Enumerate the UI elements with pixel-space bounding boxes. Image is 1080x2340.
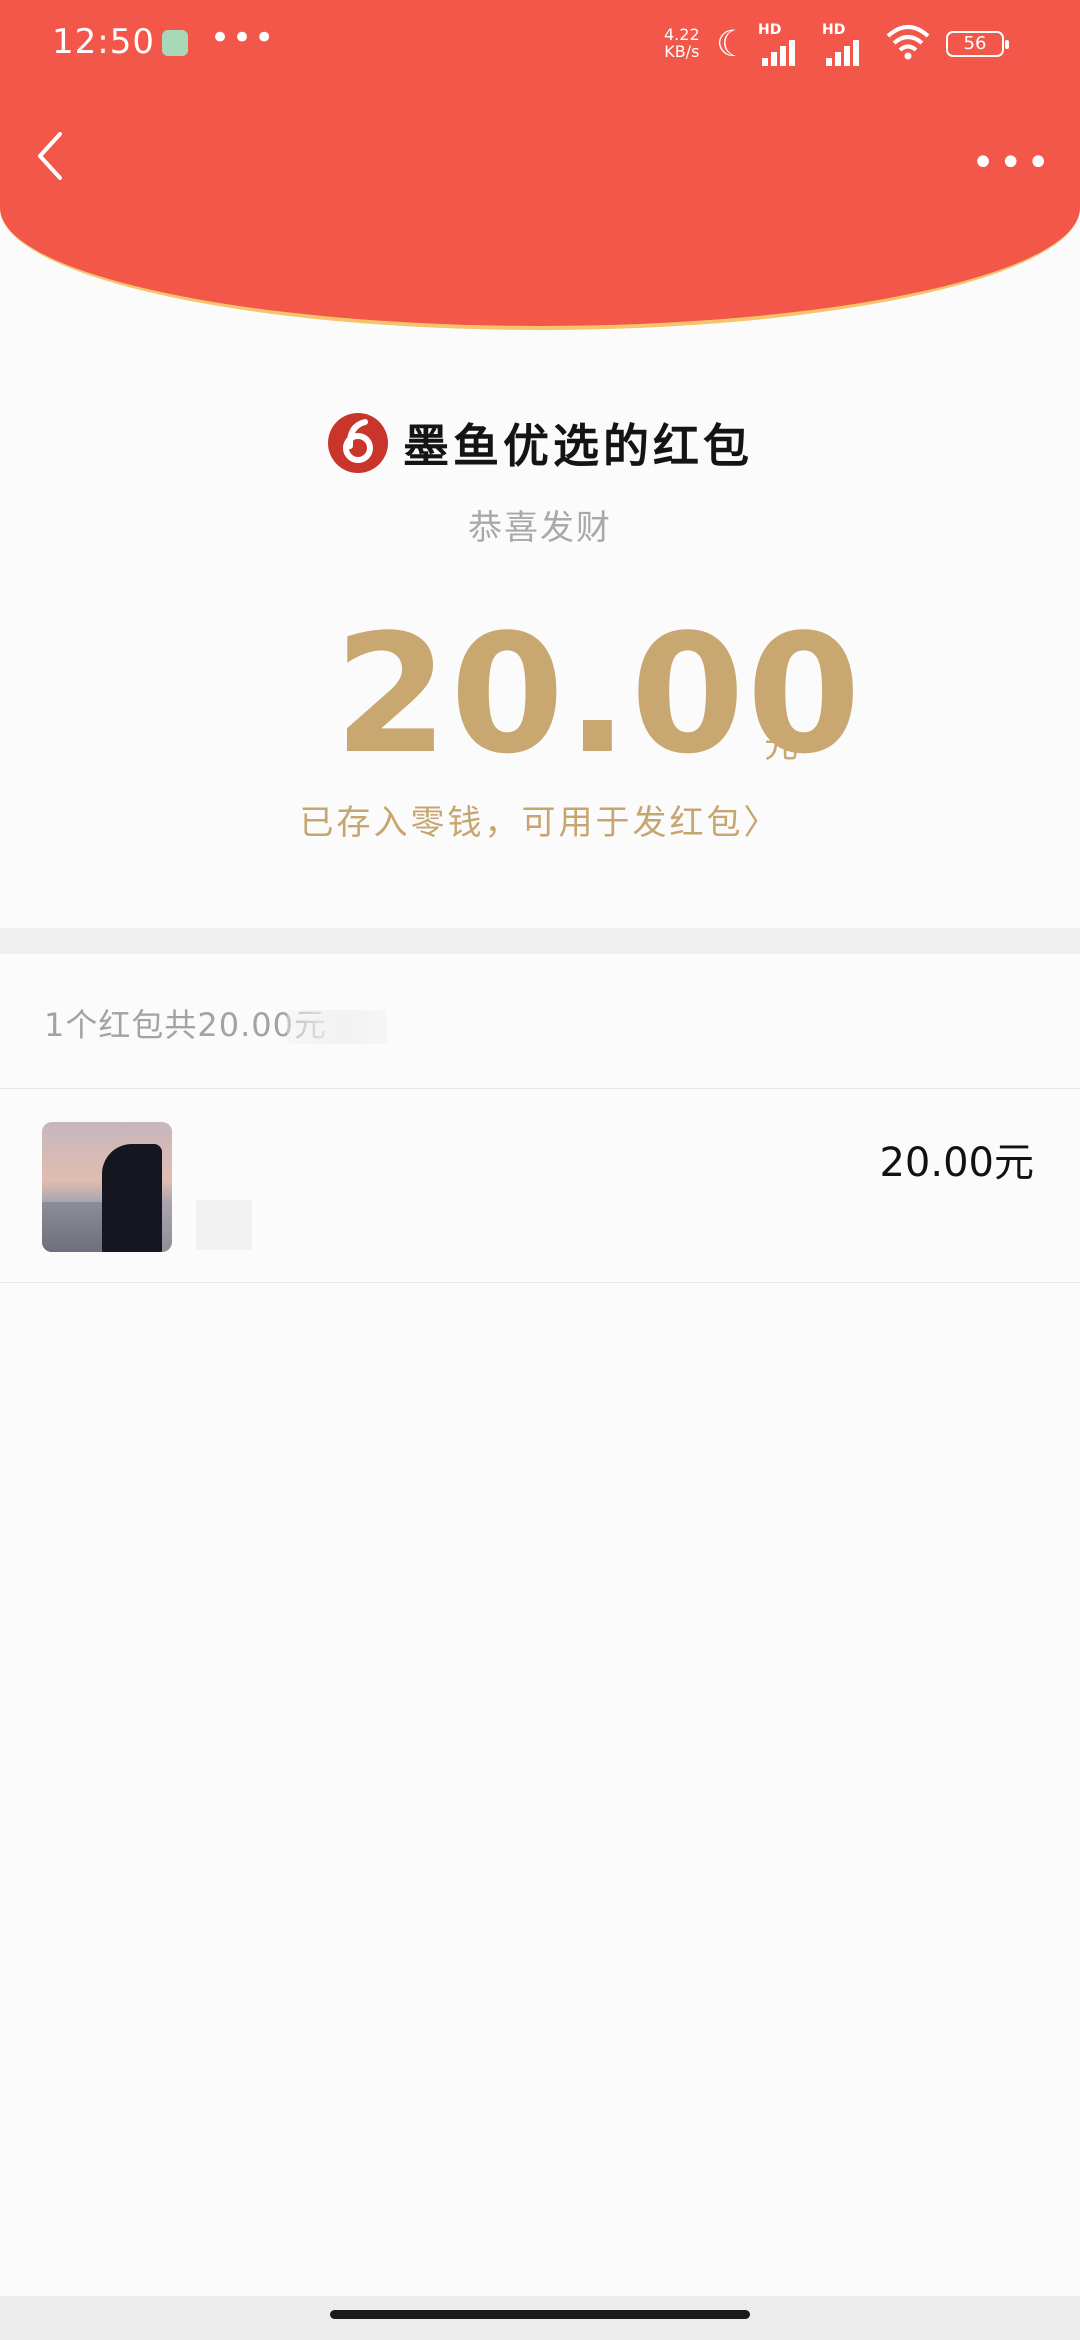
red-packet-detail-page: 12:50 ••• 4.22 KB/s ☾ HD HD 56 ••• 墨鱼优选的…	[0, 0, 1080, 2340]
wifi-icon	[886, 24, 930, 69]
do-not-disturb-icon: ☾	[716, 24, 749, 65]
amount-row: 20.00 元	[0, 610, 1080, 780]
greeting-text: 恭喜发财	[468, 508, 612, 548]
sender-title-row: 墨鱼优选的红包	[0, 410, 1080, 476]
back-button[interactable]	[30, 126, 70, 186]
status-bar: 12:50 ••• 4.22 KB/s ☾ HD HD 56	[0, 0, 1080, 90]
recipient-name-redaction	[196, 1200, 252, 1250]
stored-to-change-link[interactable]: 已存入零钱，可用于发红包〉	[0, 795, 1080, 844]
network-speed-value: 4.22	[664, 25, 700, 44]
packet-summary: 1个红包共20.00元	[44, 1000, 387, 1046]
list-divider	[0, 1282, 1080, 1283]
chevron-right-icon: 〉	[743, 803, 781, 843]
more-options-button[interactable]: •••	[971, 140, 1054, 186]
avatar	[42, 1122, 172, 1252]
summary-redaction	[286, 1010, 387, 1044]
battery-icon: 56	[946, 31, 1009, 57]
network-speed-unit: KB/s	[664, 42, 700, 61]
sender-logo-icon	[328, 413, 388, 473]
status-overflow-icon: •••	[210, 18, 277, 58]
signal-sim1-icon: HD	[758, 22, 810, 66]
network-speed: 4.22 KB/s	[664, 26, 700, 60]
stored-text: 已存入零钱，可用于发红包	[299, 803, 744, 843]
section-divider	[0, 928, 1080, 954]
sender-title: 墨鱼优选的红包	[403, 419, 753, 473]
amount-unit: 元	[764, 726, 798, 766]
signal-sim2-icon: HD	[822, 22, 874, 66]
status-time: 12:50	[52, 22, 155, 62]
sim1-hd-label: HD	[758, 22, 782, 38]
sim2-hd-label: HD	[822, 22, 846, 38]
list-divider	[0, 1088, 1080, 1089]
home-indicator[interactable]	[330, 2310, 750, 2319]
notification-app-icon	[162, 30, 188, 56]
list-item[interactable]: 20.00元	[0, 1090, 1080, 1282]
packet-summary-text: 1个红包共20.00元	[44, 1006, 327, 1044]
record-amount: 20.00元	[879, 1140, 1034, 1186]
chevron-left-icon	[38, 132, 62, 180]
